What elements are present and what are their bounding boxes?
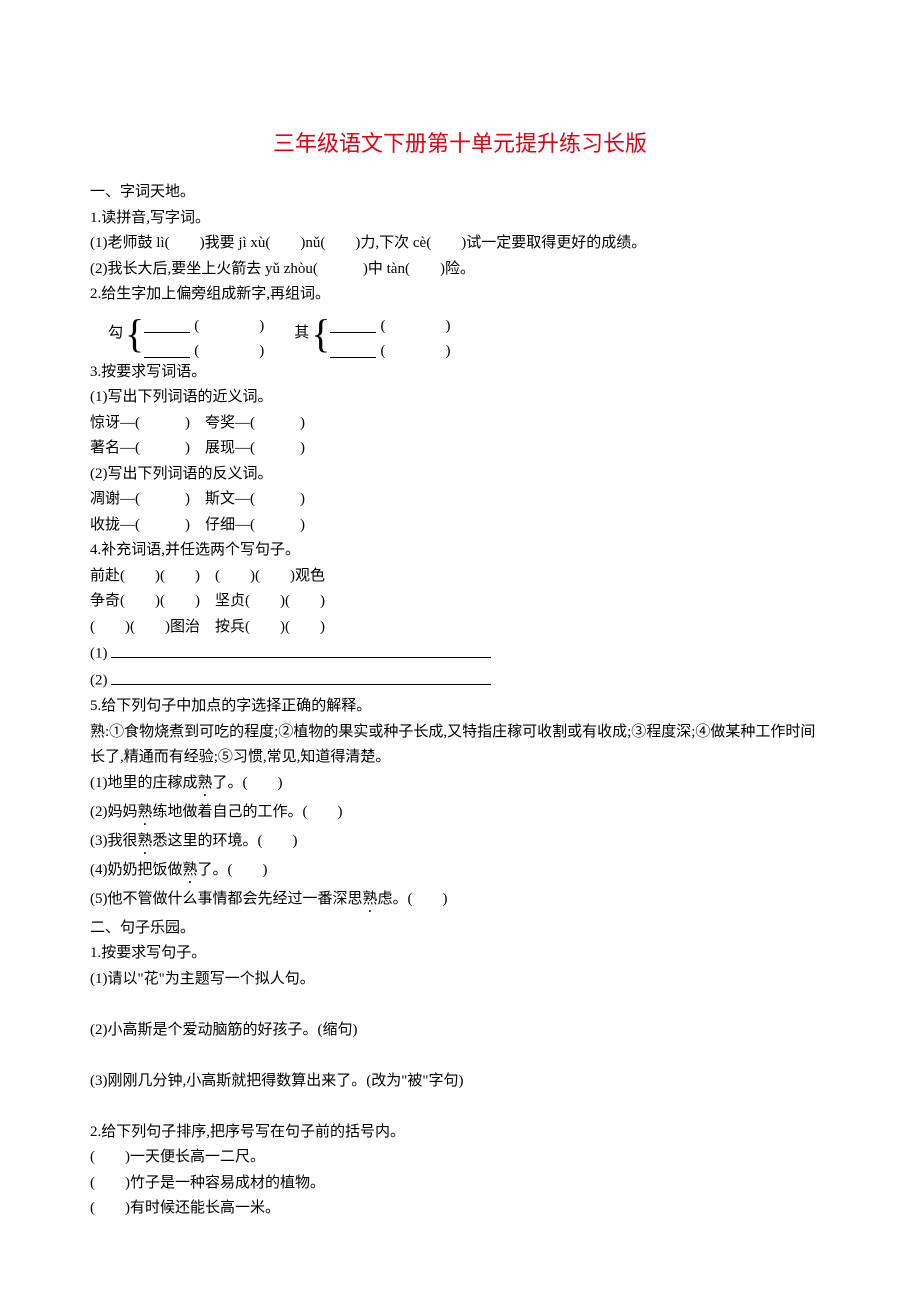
s2-q1-c: (3)刚刚几分钟,小高斯就把得数算出来了。(改为"被"字句)	[90, 1069, 830, 1095]
q4-l2: 争奇( )( ) 坚贞( )( )	[90, 589, 830, 615]
q4-blank1: (1)	[90, 640, 830, 667]
s2-q1-b-space	[90, 1043, 830, 1069]
s2-q1-c-space	[90, 1094, 830, 1120]
section-2-heading: 二、句子乐园。	[90, 916, 830, 942]
q2-g2-row2: ()	[330, 339, 450, 365]
q4-title: 4.补充词语,并任选两个写句子。	[90, 538, 830, 564]
q3-a1: 惊讶—( ) 夸奖—( )	[90, 411, 830, 437]
q1-line-2: (2)我长大后,要坐上火箭去 yǔ zhòu( )中 tàn( )险。	[90, 257, 830, 283]
section-1-heading: 一、字词天地。	[90, 180, 830, 206]
brace-icon: {	[311, 314, 330, 354]
q2-title: 2.给生字加上偏旁组成新字,再组词。	[90, 282, 830, 308]
document-title: 三年级语文下册第十单元提升练习长版	[90, 125, 830, 162]
q3-a2: 著名—( ) 展现—( )	[90, 436, 830, 462]
s2-q2-title: 2.给下列句子排序,把序号写在句子前的括号内。	[90, 1120, 830, 1146]
q3-sub2: (2)写出下列词语的反义词。	[90, 462, 830, 488]
brace-icon: {	[125, 314, 144, 354]
s2-q1-a: (1)请以"花"为主题写一个拟人句。	[90, 967, 830, 993]
s2-q2-a: ( )一天便长高一二尺。	[90, 1145, 830, 1171]
q5-item-1: (1)地里的庄稼成熟了。( )	[90, 771, 830, 800]
q3-title: 3.按要求写词语。	[90, 360, 830, 386]
s2-q1-title: 1.按要求写句子。	[90, 941, 830, 967]
q1-title: 1.读拼音,写字词。	[90, 206, 830, 232]
q3-b2: 收拢—( ) 仔细—( )	[90, 513, 830, 539]
s2-q2-b: ( )竹子是一种容易成材的植物。	[90, 1171, 830, 1197]
q3-sub1: (1)写出下列词语的近义词。	[90, 385, 830, 411]
q5-item-5: (5)他不管做什么事情都会先经过一番深思熟虑。( )	[90, 887, 830, 916]
q2-group-2: 其 { () ()	[288, 314, 450, 354]
q4-l3: ( )( )图治 按兵( )( )	[90, 615, 830, 641]
q3-b1: 凋谢—( ) 斯文—( )	[90, 487, 830, 513]
q2-char-2: 其	[294, 321, 309, 347]
q5-item-4: (4)奶奶把饭做熟了。( )	[90, 858, 830, 887]
q5-title: 5.给下列句子中加点的字选择正确的解释。	[90, 694, 830, 720]
q2-g2-row1: ()	[330, 314, 450, 340]
q4-blank2: (2)	[90, 667, 830, 694]
s2-q1-b: (2)小高斯是个爱动脑筋的好孩子。(缩句)	[90, 1018, 830, 1044]
q1-line-1: (1)老师鼓 lì( )我要 jì xù( )nǔ( )力,下次 cè( )试一…	[90, 231, 830, 257]
q2-brace-block: 勾 { () () 其 { () ()	[102, 314, 830, 354]
q2-char-1: 勾	[108, 321, 123, 347]
q5-item-3: (3)我很熟悉这里的环境。( )	[90, 829, 830, 858]
q5-item-2: (2)妈妈熟练地做着自己的工作。( )	[90, 800, 830, 829]
s2-q2-c: ( )有时候还能长高一米。	[90, 1196, 830, 1222]
q4-l1: 前赴( )( ) ( )( )观色	[90, 564, 830, 590]
q2-g1-row1: ()	[144, 314, 264, 340]
q2-group-1: 勾 { () ()	[102, 314, 264, 354]
q5-definition: 熟:①食物烧煮到可吃的程度;②植物的果实或种子长成,又特指庄稼可收割或有收成;③…	[90, 720, 830, 771]
s2-q1-a-space	[90, 992, 830, 1018]
